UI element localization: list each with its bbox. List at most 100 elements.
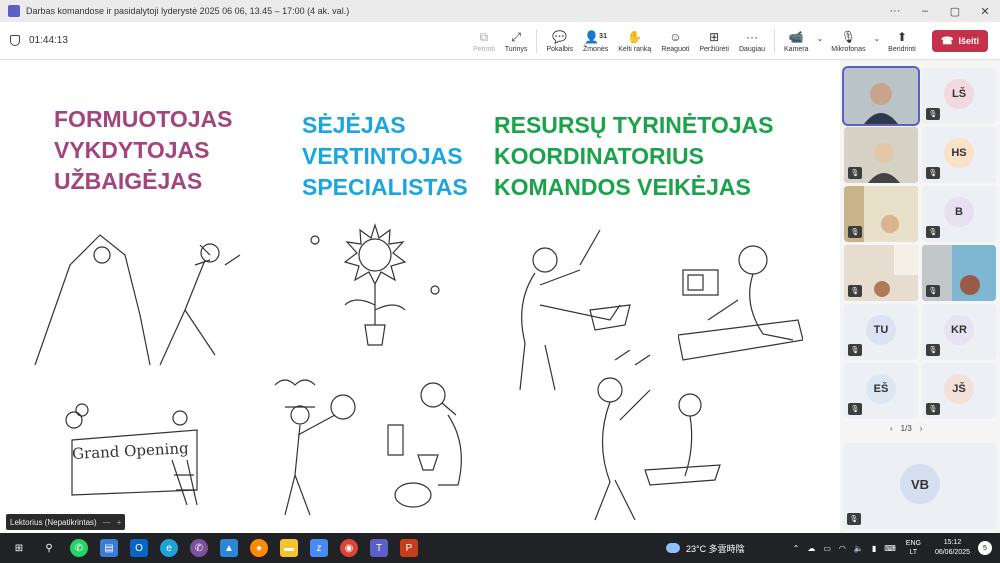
share-button[interactable]: ⬆ Bendrinti bbox=[883, 22, 921, 60]
chat-button[interactable]: 💬 Pokalbis bbox=[541, 22, 577, 60]
outlook-icon[interactable]: O bbox=[130, 539, 148, 557]
presenter-label: Lektorius (Nepatikrintas) — + bbox=[6, 514, 126, 530]
shared-slide: FORMUOTOJAS VYKDYTOJAS UŽBAIGĖJAS SĖJĖJA… bbox=[0, 60, 840, 533]
ellipsis-icon: ··· bbox=[745, 29, 758, 44]
mic-muted-icon: 🎙 bbox=[926, 226, 940, 238]
mic-muted-icon: 🎙 bbox=[848, 226, 862, 238]
mic-off-icon: 🎙 bbox=[840, 29, 856, 44]
next-page-chevron-icon[interactable]: › bbox=[920, 424, 923, 433]
mic-muted-icon: 🎙 bbox=[926, 344, 940, 356]
store-icon[interactable]: ▤ bbox=[100, 539, 118, 557]
mic-muted-icon: 🎙 bbox=[926, 108, 940, 120]
participant-tile[interactable]: JŠ 🎙 bbox=[922, 363, 996, 419]
meeting-toolbar: 01:44:13 ⧉ Perimti ⤢ Turinys 💬 Pokalbis 👤31… bbox=[0, 22, 1000, 60]
wifi-icon[interactable]: ◠ bbox=[839, 544, 846, 553]
avatar: EŠ bbox=[866, 374, 896, 404]
photos-icon[interactable]: ▲ bbox=[220, 539, 238, 557]
content-button[interactable]: ⤢ Turinys bbox=[500, 22, 533, 60]
mic-options-chevron-icon[interactable]: ⌄ bbox=[870, 34, 883, 43]
phone-hangup-icon: ☎ bbox=[941, 35, 954, 47]
prev-page-chevron-icon[interactable]: ‹ bbox=[890, 424, 893, 433]
weather-widget[interactable]: 23°C 多雲時陰 bbox=[666, 533, 745, 563]
file-explorer-icon[interactable]: ▬ bbox=[280, 539, 298, 557]
participant-tile-large[interactable]: VB 🎙 bbox=[843, 443, 997, 529]
video-icon[interactable]: ▭ bbox=[823, 544, 831, 553]
view-button[interactable]: ⊞ Peržiūrėti bbox=[694, 22, 734, 60]
participant-tile[interactable]: HS 🎙 bbox=[922, 127, 996, 183]
react-button[interactable]: ☺ Reaguoti bbox=[656, 22, 694, 60]
avatar: VB bbox=[900, 464, 940, 504]
timer-text: 01:44:13 bbox=[29, 35, 68, 46]
camera-options-chevron-icon[interactable]: ⌄ bbox=[814, 34, 827, 43]
participant-tile[interactable] bbox=[842, 66, 920, 126]
participant-tile[interactable]: TU 🎙 bbox=[844, 304, 918, 360]
maximize-button[interactable]: ▢ bbox=[940, 5, 970, 18]
windows-start-icon[interactable]: ⊞ bbox=[10, 539, 28, 557]
slide-group-1: FORMUOTOJAS VYKDYTOJAS UŽBAIGĖJAS bbox=[54, 104, 232, 197]
edge-icon[interactable]: e bbox=[160, 539, 178, 557]
viber-icon[interactable]: ✆ bbox=[190, 539, 208, 557]
participant-tile[interactable]: KR 🎙 bbox=[922, 304, 996, 360]
cloud-sync-icon[interactable]: ☁ bbox=[807, 544, 815, 553]
avatar: HS bbox=[944, 138, 974, 168]
firefox-icon[interactable]: ● bbox=[250, 539, 268, 557]
whatsapp-icon[interactable]: ✆ bbox=[70, 539, 88, 557]
teams-icon[interactable]: T bbox=[370, 539, 388, 557]
hand-icon: ✋ bbox=[627, 29, 643, 44]
keyboard-icon[interactable]: ⌨ bbox=[884, 544, 896, 553]
more-options-button[interactable]: ··· bbox=[880, 5, 910, 17]
close-window-button[interactable]: ✕ bbox=[970, 5, 1000, 18]
leave-button[interactable]: ☎ Išeiti bbox=[932, 30, 988, 52]
meeting-timer: 01:44:13 bbox=[10, 35, 68, 46]
chat-icon: 💬 bbox=[552, 29, 568, 44]
camera-button[interactable]: 📹 Kamera bbox=[779, 22, 814, 60]
collapse-icon[interactable]: — bbox=[103, 518, 111, 527]
microphone-button[interactable]: 🎙 Mikrofonas bbox=[826, 22, 870, 60]
battery-icon[interactable]: ▮ bbox=[872, 544, 876, 553]
slide-role-text: SĖJĖJAS bbox=[302, 112, 406, 138]
avatar: KR bbox=[944, 315, 974, 345]
participant-tile[interactable]: 🎙 bbox=[844, 245, 918, 301]
participant-tile[interactable]: 🎙 bbox=[922, 245, 996, 301]
slide-group-2: SĖJĖJAS VERTINTOJAS SPECIALISTAS bbox=[302, 110, 468, 203]
window-titlebar: Darbas komandose ir pasidalytoji lyderys… bbox=[0, 0, 1000, 22]
participant-gallery: LŠ 🎙 🎙 HS 🎙 🎙 B 🎙 🎙 🎙 TU 🎙 KR 🎙 EŠ 🎙 JŠ … bbox=[840, 60, 1000, 533]
toolbar-divider bbox=[774, 29, 776, 53]
participant-tile[interactable]: 🎙 bbox=[844, 186, 918, 242]
share-icon: ⬆ bbox=[896, 29, 908, 44]
people-button[interactable]: 👤31 Žmonės bbox=[578, 22, 613, 60]
raise-hand-button[interactable]: ✋ Kelti ranką bbox=[613, 22, 656, 60]
gallery-pager: ‹ 1/3 › bbox=[890, 424, 922, 433]
grid-view-icon: ⊞ bbox=[709, 29, 720, 44]
take-control-button[interactable]: ⧉ Perimti bbox=[468, 22, 500, 60]
search-icon[interactable]: ⚲ bbox=[40, 539, 58, 557]
shield-icon bbox=[10, 35, 20, 46]
participant-tile[interactable]: EŠ 🎙 bbox=[844, 363, 918, 419]
smiley-icon: ☺ bbox=[669, 29, 682, 44]
mic-muted-icon: 🎙 bbox=[926, 285, 940, 297]
slide-group-3: RESURSŲ TYRINĖTOJAS KOORDINATORIUS KOMAN… bbox=[494, 110, 773, 203]
more-button[interactable]: ··· Daugiau bbox=[734, 22, 770, 60]
slide-role-text: SPECIALISTAS bbox=[302, 174, 468, 200]
minimize-button[interactable]: – bbox=[910, 5, 940, 17]
camera-off-icon: 📹 bbox=[788, 29, 804, 44]
volume-icon[interactable]: 🔈 bbox=[854, 544, 864, 553]
participant-tile[interactable]: LŠ 🎙 bbox=[922, 68, 996, 124]
expand-icon[interactable]: + bbox=[117, 518, 122, 527]
language-indicator[interactable]: ENG LT bbox=[906, 539, 921, 557]
powerpoint-icon[interactable]: P bbox=[400, 539, 418, 557]
avatar: LŠ bbox=[944, 79, 974, 109]
chrome-icon[interactable]: ◉ bbox=[340, 539, 358, 557]
window-title: Darbas komandose ir pasidalytoji lyderys… bbox=[26, 6, 350, 16]
zoom-icon[interactable]: z bbox=[310, 539, 328, 557]
clock[interactable]: 15:12 06/06/2025 bbox=[935, 538, 970, 558]
chevron-up-icon[interactable]: ⌃ bbox=[793, 544, 800, 553]
notifications-badge[interactable]: 5 bbox=[978, 541, 992, 555]
people-count: 31 bbox=[599, 32, 607, 40]
cloud-icon bbox=[666, 543, 680, 553]
take-control-icon: ⧉ bbox=[479, 29, 489, 44]
participant-tile[interactable]: 🎙 bbox=[844, 127, 918, 183]
sunflower-illustration bbox=[295, 220, 455, 350]
participant-tile[interactable]: B 🎙 bbox=[922, 186, 996, 242]
slide-role-text: VYKDYTOJAS bbox=[54, 137, 210, 163]
